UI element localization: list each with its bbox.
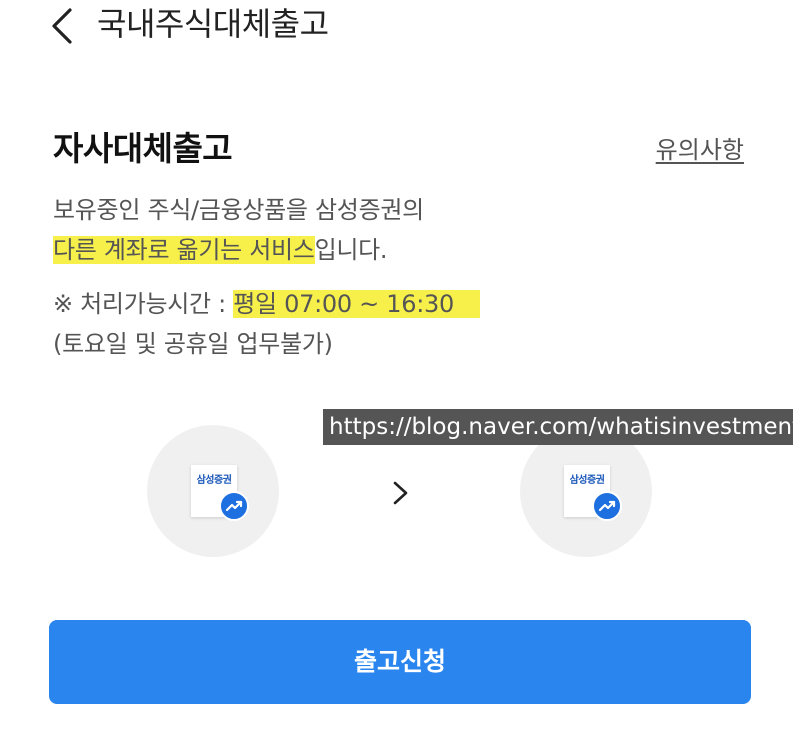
section-title: 자사대체출고 (53, 129, 233, 168)
description-highlight: 다른 계좌로 옮기는 서비스 (53, 236, 315, 264)
brand-text: 삼성증권 (196, 475, 232, 486)
submit-withdrawal-button[interactable]: 출고신청 (49, 620, 751, 704)
from-account-circle: 삼성증권 (147, 425, 279, 557)
header: 국내주식대체출고 (0, 0, 800, 50)
chevron-left-icon (52, 8, 72, 44)
page: 국내주식대체출고 자사대체출고 유의사항 보유중인 주식/금융상품을 삼성증권의… (0, 0, 800, 729)
trend-up-icon (219, 491, 249, 521)
notice-link[interactable]: 유의사항 (656, 133, 744, 167)
trend-up-icon (592, 491, 622, 521)
description-line-2: 다른 계좌로 옮기는 서비스입니다. (53, 233, 388, 267)
description-line-1: 보유중인 주식/금융상품을 삼성증권의 (53, 196, 424, 224)
back-button[interactable] (46, 6, 80, 46)
samsung-securities-logo: 삼성증권 (564, 465, 622, 521)
samsung-securities-logo: 삼성증권 (191, 465, 249, 521)
page-title: 국내주식대체출고 (97, 5, 329, 43)
description-line-2-rest: 입니다. (314, 236, 388, 264)
brand-text: 삼성증권 (569, 475, 605, 486)
processing-time: ※ 처리가능시간 : 평일 07:00 ~ 16:30 (53, 287, 480, 321)
watermark-url: https://blog.naver.com/whatisinvestment (323, 409, 793, 445)
processing-time-label: ※ 처리가능시간 : (53, 290, 234, 318)
chevron-right-icon (390, 478, 412, 508)
holiday-notice: (토요일 및 공휴일 업무불가) (53, 330, 333, 358)
processing-time-value: 평일 07:00 ~ 16:30 (233, 290, 480, 318)
